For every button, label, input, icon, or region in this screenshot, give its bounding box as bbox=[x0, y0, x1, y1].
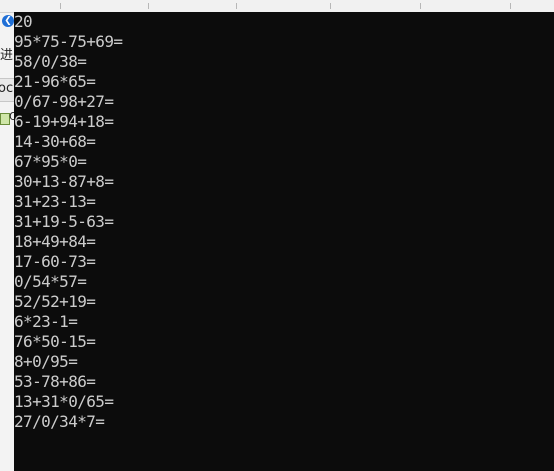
console-line: 21-96*65= bbox=[14, 72, 96, 91]
console-line: 14-30+68= bbox=[14, 132, 96, 151]
console-line: 8+0/95= bbox=[14, 352, 78, 371]
background-text-fragment: oc bbox=[0, 81, 14, 96]
console-line: 53-78+86= bbox=[14, 372, 96, 391]
console-line: 76*50-15= bbox=[14, 332, 96, 351]
console-line: 0/54*57= bbox=[14, 272, 87, 291]
background-text-fragment: 进 bbox=[0, 48, 14, 63]
console-line: 30+13-87+8= bbox=[14, 172, 114, 191]
console-output: 20 95*75-75+69= 58/0/38= 21-96*65= 0/67-… bbox=[14, 12, 554, 432]
console-window[interactable]: 20 95*75-75+69= 58/0/38= 21-96*65= 0/67-… bbox=[14, 12, 554, 471]
console-line: 0/67-98+27= bbox=[14, 92, 114, 111]
background-toolbar-button[interactable]: oc bbox=[0, 78, 14, 102]
console-line: 58/0/38= bbox=[14, 52, 87, 71]
console-line: 17-60-73= bbox=[14, 252, 96, 271]
console-line: 18+49+84= bbox=[14, 232, 96, 251]
console-line: 6*23-1= bbox=[14, 312, 78, 331]
console-line: 52/52+19= bbox=[14, 292, 96, 311]
toolbar-separator bbox=[420, 3, 421, 9]
toolbar-separator bbox=[510, 3, 511, 9]
console-line: 31+23-13= bbox=[14, 192, 96, 211]
toolbar-separator bbox=[148, 3, 149, 9]
console-line: 27/0/34*7= bbox=[14, 412, 105, 431]
console-line: 6-19+94+18= bbox=[14, 112, 114, 131]
toolbar-separator bbox=[236, 3, 237, 9]
console-line: 31+19-5-63= bbox=[14, 212, 114, 231]
toolbar-separator bbox=[330, 3, 331, 9]
console-line: 13+31*0/65= bbox=[14, 392, 114, 411]
background-window: ❮ 进 oc Q bbox=[0, 0, 14, 471]
console-line: 67*95*0= bbox=[14, 152, 87, 171]
console-line: 95*75-75+69= bbox=[14, 32, 123, 51]
back-arrow-icon[interactable]: ❮ bbox=[2, 15, 14, 27]
toolbar-separator bbox=[60, 3, 61, 9]
console-line: 20 bbox=[14, 12, 33, 31]
